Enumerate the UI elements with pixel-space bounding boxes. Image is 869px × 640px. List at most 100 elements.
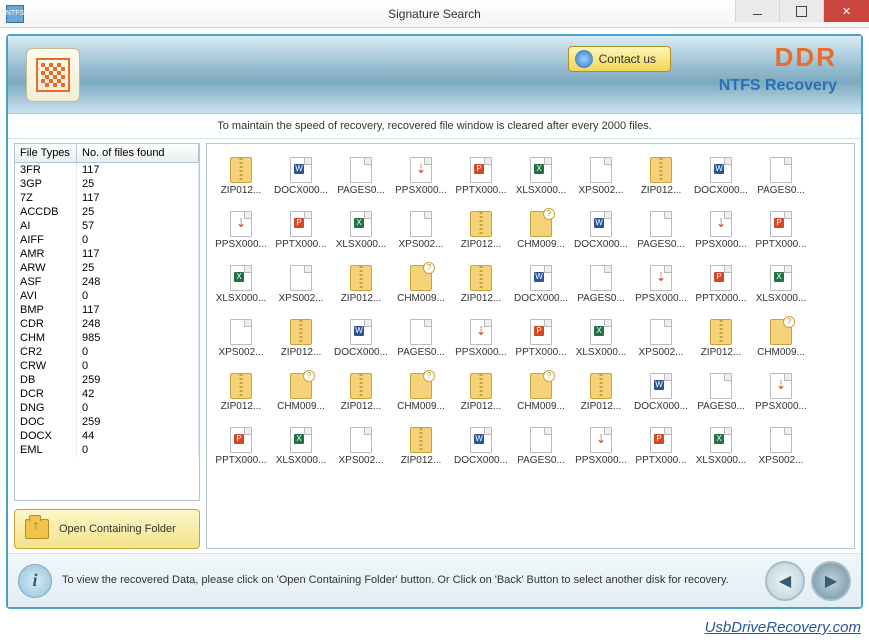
file-item[interactable]: ZIP012... [331,362,391,412]
file-item[interactable]: XPS002... [751,416,811,466]
file-item[interactable]: PPTX000... [451,146,511,196]
table-row[interactable]: DOC259 [15,415,199,429]
file-item[interactable]: ZIP012... [211,146,271,196]
col-files-found[interactable]: No. of files found [77,144,199,162]
file-item[interactable]: ZIP012... [451,254,511,304]
file-item[interactable]: XLSX000... [211,254,271,304]
file-item[interactable]: PPSX000... [631,254,691,304]
maximize-button[interactable] [779,0,823,22]
file-item[interactable]: PPTX000... [691,254,751,304]
file-item[interactable]: PPTX000... [751,200,811,250]
file-item[interactable]: XLSX000... [691,416,751,466]
file-item[interactable]: XLSX000... [571,308,631,358]
table-row[interactable]: ASF248 [15,275,199,289]
table-row[interactable]: 7Z117 [15,191,199,205]
file-item[interactable]: CHM009... [391,362,451,412]
file-item[interactable]: PPSX000... [571,416,631,466]
table-row[interactable]: AVI0 [15,289,199,303]
table-row[interactable]: BMP117 [15,303,199,317]
file-item[interactable]: PAGES0... [751,146,811,196]
table-row[interactable]: DOCX44 [15,429,199,443]
file-item[interactable]: ZIP012... [451,200,511,250]
file-item[interactable]: PAGES0... [631,200,691,250]
table-row[interactable]: AIFF0 [15,233,199,247]
file-item[interactable]: DOCX000... [691,146,751,196]
table-row[interactable]: CRW0 [15,359,199,373]
pages-file-icon [770,157,792,183]
file-item[interactable]: ZIP012... [631,146,691,196]
file-item[interactable]: PAGES0... [691,362,751,412]
file-item[interactable]: CHM009... [271,362,331,412]
file-item[interactable]: XPS002... [271,254,331,304]
table-row[interactable]: AI57 [15,219,199,233]
forward-button[interactable]: ▶ [811,561,851,601]
table-row[interactable]: DNG0 [15,401,199,415]
file-item[interactable]: ZIP012... [211,362,271,412]
file-item[interactable]: PPSX000... [211,200,271,250]
file-item[interactable]: PAGES0... [391,308,451,358]
file-item[interactable]: ZIP012... [691,308,751,358]
file-item[interactable]: XLSX000... [331,200,391,250]
file-item[interactable]: PPTX000... [631,416,691,466]
file-item[interactable]: DOCX000... [451,416,511,466]
file-item[interactable]: CHM009... [751,308,811,358]
file-item[interactable]: ZIP012... [571,362,631,412]
file-item[interactable]: XPS002... [211,308,271,358]
close-button[interactable] [823,0,869,22]
table-row[interactable]: 3FR117 [15,163,199,177]
file-item[interactable]: DOCX000... [511,254,571,304]
file-item[interactable]: XLSX000... [511,146,571,196]
file-item[interactable]: ZIP012... [451,362,511,412]
file-item[interactable]: DOCX000... [571,200,631,250]
table-row[interactable]: DCR42 [15,387,199,401]
file-item[interactable]: DOCX000... [271,146,331,196]
file-item[interactable]: XPS002... [571,146,631,196]
file-item[interactable]: XPS002... [391,200,451,250]
file-item[interactable]: ZIP012... [391,416,451,466]
file-item[interactable]: XLSX000... [271,416,331,466]
file-item[interactable]: DOCX000... [631,362,691,412]
file-item[interactable]: PPTX000... [511,308,571,358]
table-row[interactable]: ACCDB25 [15,205,199,219]
file-item[interactable]: PPSX000... [751,362,811,412]
file-item[interactable]: PAGES0... [511,416,571,466]
file-count-cell: 248 [77,317,199,331]
file-grid-pane[interactable]: ZIP012...DOCX000...PAGES0...PPSX000...PP… [206,143,855,549]
file-item[interactable]: PPSX000... [451,308,511,358]
minimize-button[interactable] [735,0,779,22]
file-item[interactable]: CHM009... [391,254,451,304]
file-item[interactable]: ZIP012... [331,254,391,304]
file-item[interactable]: PPTX000... [271,200,331,250]
table-row[interactable]: CDR248 [15,317,199,331]
file-item[interactable]: PPTX000... [211,416,271,466]
website-link[interactable]: UsbDriveRecovery.com [0,615,869,640]
file-item[interactable]: CHM009... [511,362,571,412]
file-item[interactable]: XPS002... [331,416,391,466]
contact-us-button[interactable]: Contact us [568,46,671,72]
ppt-file-icon [230,427,252,453]
open-containing-folder-button[interactable]: Open Containing Folder [14,509,200,549]
chm-file-icon [530,373,552,399]
file-item[interactable]: XPS002... [631,308,691,358]
table-row[interactable]: ARW25 [15,261,199,275]
table-row[interactable]: AMR117 [15,247,199,261]
file-item[interactable]: ZIP012... [271,308,331,358]
table-row[interactable]: CHM985 [15,331,199,345]
file-item[interactable]: PAGES0... [571,254,631,304]
file-item[interactable]: XLSX000... [751,254,811,304]
back-button[interactable]: ◀ [765,561,805,601]
table-row[interactable]: EML0 [15,443,199,457]
table-row[interactable]: 3GP25 [15,177,199,191]
table-row[interactable]: DB259 [15,373,199,387]
zip-file-icon [470,265,492,291]
file-types-body[interactable]: 3FR1173GP257Z117ACCDB25AI57AIFF0AMR117AR… [15,163,199,457]
file-item[interactable]: CHM009... [511,200,571,250]
table-row[interactable]: CR20 [15,345,199,359]
file-item[interactable]: DOCX000... [331,308,391,358]
file-item[interactable]: PPSX000... [391,146,451,196]
file-item[interactable]: PPSX000... [691,200,751,250]
xls-file-icon [230,265,252,291]
file-item[interactable]: PAGES0... [331,146,391,196]
col-file-types[interactable]: File Types [15,144,77,162]
file-name-label: PPTX000... [512,347,570,358]
